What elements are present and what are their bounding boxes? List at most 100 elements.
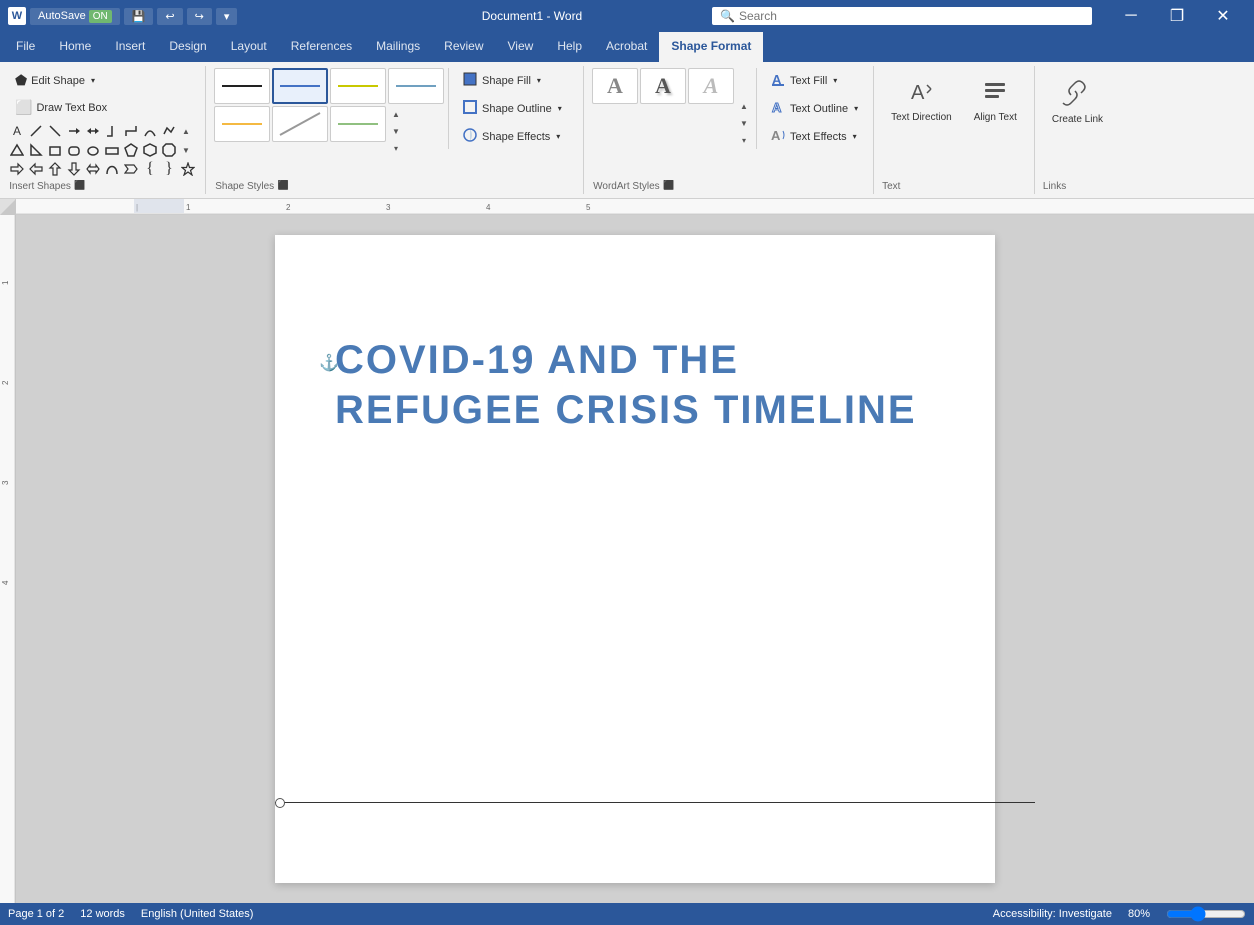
wordart-scroll-up[interactable]: ▲ bbox=[736, 98, 752, 114]
shape-tri-btn[interactable] bbox=[8, 141, 26, 159]
customize-qat-button[interactable]: ▾ bbox=[216, 8, 238, 25]
tab-file[interactable]: File bbox=[4, 32, 47, 62]
ribbon-tabs: File Home Insert Design Layout Reference… bbox=[0, 32, 1254, 62]
align-text-button[interactable]: Align Text bbox=[965, 72, 1026, 128]
create-link-button[interactable]: Create Link bbox=[1043, 72, 1112, 130]
tab-review[interactable]: Review bbox=[432, 32, 495, 62]
shape-oct-btn[interactable] bbox=[160, 141, 178, 159]
line-style-green[interactable] bbox=[330, 106, 386, 142]
line-swatch-row3 bbox=[330, 68, 444, 104]
shape-oval-btn[interactable] bbox=[84, 141, 102, 159]
shape-arrow-btn[interactable] bbox=[65, 122, 83, 140]
shape-styles-label: Shape Styles bbox=[214, 179, 275, 192]
save-button[interactable]: 💾 bbox=[124, 8, 154, 25]
shape-effects-button[interactable]: Shape Effects ▾ bbox=[455, 124, 575, 149]
shape-elbow-btn[interactable] bbox=[103, 122, 121, 140]
tab-design[interactable]: Design bbox=[157, 32, 218, 62]
tab-shape-format[interactable]: Shape Format bbox=[659, 32, 763, 62]
svg-text:3: 3 bbox=[386, 203, 391, 212]
text-fill-button[interactable]: A Text Fill ▾ bbox=[763, 68, 865, 93]
shape-lr-arrow-btn[interactable] bbox=[84, 160, 102, 178]
shape-lbrace-btn[interactable]: { bbox=[141, 160, 159, 178]
style-scroll: ▲ ▼ ▾ bbox=[388, 106, 404, 156]
shape-rbrace-btn[interactable]: } bbox=[160, 160, 178, 178]
shape-rect-btn[interactable] bbox=[46, 141, 64, 159]
shape-bent-btn[interactable] bbox=[122, 122, 140, 140]
tab-help[interactable]: Help bbox=[545, 32, 594, 62]
shape-fill-button[interactable]: Shape Fill ▾ bbox=[455, 68, 575, 93]
tab-insert[interactable]: Insert bbox=[103, 32, 157, 62]
text-direction-label: Text Direction bbox=[891, 112, 952, 123]
insert-shapes-expand[interactable]: ⬛ bbox=[74, 178, 86, 192]
shape-outline-button[interactable]: Shape Outline ▾ bbox=[455, 96, 575, 121]
tab-acrobat[interactable]: Acrobat bbox=[594, 32, 659, 62]
restore-button[interactable]: ❐ bbox=[1154, 0, 1200, 32]
edit-shape-button[interactable]: ⬟ Edit Shape ▾ bbox=[8, 68, 102, 93]
close-button[interactable]: ✕ bbox=[1200, 0, 1246, 32]
word-logo: W bbox=[8, 7, 26, 25]
draw-text-box-icon: ⬜ bbox=[15, 99, 32, 116]
document-page: ⚓ COVID-19 AND THE REFUGEE CRISIS TIMELI… bbox=[275, 235, 995, 883]
shape-rrect-btn[interactable] bbox=[65, 141, 83, 159]
shape-diagonal-btn[interactable] bbox=[46, 122, 64, 140]
line-style-gold[interactable] bbox=[214, 106, 270, 142]
shape-line-btn[interactable] bbox=[27, 122, 45, 140]
line-style-blue[interactable] bbox=[272, 68, 328, 104]
shapes-scroll-down[interactable]: ▼ bbox=[179, 143, 193, 157]
undo-button[interactable]: ↩ bbox=[157, 8, 182, 25]
autosave-toggle[interactable]: AutoSave ON bbox=[30, 8, 120, 25]
line-style-dark[interactable] bbox=[214, 68, 270, 104]
shape-outline-icon bbox=[462, 99, 478, 118]
line-style-yellow[interactable] bbox=[330, 68, 386, 104]
shape-styles-expand[interactable]: ⬛ bbox=[277, 178, 288, 192]
style-scroll-down[interactable]: ▼ bbox=[388, 123, 404, 139]
wordart-scroll-down[interactable]: ▼ bbox=[736, 115, 752, 131]
shapes-scroll-up[interactable]: ▲ bbox=[179, 124, 193, 138]
zoom-slider[interactable] bbox=[1166, 906, 1246, 922]
shape-freeform-btn[interactable] bbox=[160, 122, 178, 140]
wordart-swatch-shadow[interactable]: A bbox=[640, 68, 686, 104]
text-fill-dropdown: ▾ bbox=[833, 76, 837, 85]
tab-mailings[interactable]: Mailings bbox=[364, 32, 432, 62]
shape-chevron-btn[interactable] bbox=[122, 160, 140, 178]
draw-text-box-button[interactable]: ⬜ Draw Text Box bbox=[8, 95, 114, 120]
wordart-swatch-plain[interactable]: A bbox=[592, 68, 638, 104]
shape-l-arrow-btn[interactable] bbox=[27, 160, 45, 178]
text-outline-button[interactable]: A Text Outline ▾ bbox=[763, 96, 865, 121]
wordart-styles-expand[interactable]: ⬛ bbox=[663, 178, 675, 192]
wordart-scroll-more[interactable]: ▾ bbox=[736, 132, 752, 148]
shape-outline-label: Shape Outline bbox=[482, 103, 552, 115]
shape-u-arrow-btn[interactable] bbox=[46, 160, 64, 178]
line-style-gray[interactable] bbox=[272, 106, 328, 142]
shape-curve-btn[interactable] bbox=[141, 122, 159, 140]
style-scroll-up[interactable]: ▲ bbox=[388, 106, 404, 122]
title-bar: W AutoSave ON 💾 ↩ ↪ ▾ Document1 - Word 🔍… bbox=[0, 0, 1254, 32]
text-direction-button[interactable]: A Text Direction bbox=[882, 72, 961, 128]
wordart-scroll: ▲ ▼ ▾ bbox=[736, 98, 752, 148]
style-scroll-more[interactable]: ▾ bbox=[388, 140, 404, 156]
page-area: ⚓ COVID-19 AND THE REFUGEE CRISIS TIMELI… bbox=[16, 215, 1254, 903]
shape-star-btn[interactable] bbox=[179, 160, 197, 178]
shape-wide-btn[interactable] bbox=[103, 141, 121, 159]
shape-rtri-btn[interactable] bbox=[27, 141, 45, 159]
text-effects-button[interactable]: A Text Effects ▾ bbox=[763, 124, 865, 149]
line-style-lightblue[interactable] bbox=[388, 68, 444, 104]
tab-home[interactable]: Home bbox=[47, 32, 103, 62]
shape-curve2-btn[interactable] bbox=[103, 160, 121, 178]
shape-pent-btn[interactable] bbox=[122, 141, 140, 159]
edit-shape-icon: ⬟ bbox=[15, 72, 27, 89]
shape-d-arrow-btn[interactable] bbox=[65, 160, 83, 178]
search-input[interactable] bbox=[739, 9, 1084, 23]
tab-layout[interactable]: Layout bbox=[219, 32, 279, 62]
shape-text-btn[interactable]: A bbox=[8, 122, 26, 140]
wordart-swatch-light[interactable]: A bbox=[688, 68, 734, 104]
shape-r-arrow-btn[interactable] bbox=[8, 160, 26, 178]
redo-button[interactable]: ↪ bbox=[187, 8, 212, 25]
insert-shapes-label: Insert Shapes bbox=[8, 179, 72, 192]
edit-shape-dropdown-icon: ▾ bbox=[91, 76, 95, 85]
shape-hex-btn[interactable] bbox=[141, 141, 159, 159]
tab-references[interactable]: References bbox=[279, 32, 364, 62]
tab-view[interactable]: View bbox=[496, 32, 546, 62]
shape-double-arrow-btn[interactable] bbox=[84, 122, 102, 140]
minimize-button[interactable]: ─ bbox=[1108, 0, 1154, 32]
